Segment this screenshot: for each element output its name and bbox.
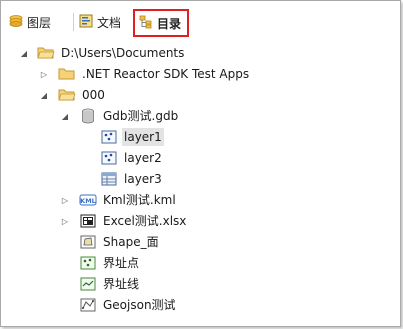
tree-item-label: .NET Reactor SDK Test Apps bbox=[82, 67, 250, 81]
polygon-layer-icon bbox=[79, 234, 97, 250]
layers-icon bbox=[9, 14, 23, 31]
tree-item-label: layer2 bbox=[124, 151, 162, 165]
kml-icon: KML bbox=[79, 192, 97, 208]
tab-layers[interactable]: 图层 bbox=[9, 12, 51, 32]
expand-arrow-icon[interactable]: ▷ bbox=[39, 69, 49, 79]
expand-arrow-icon[interactable]: ▷ bbox=[60, 216, 70, 226]
excel-icon bbox=[79, 213, 97, 229]
tab-catalog-label: 目录 bbox=[157, 16, 182, 31]
tree-item-label: 界址点 bbox=[103, 256, 140, 270]
collapse-arrow-icon[interactable]: ◢ bbox=[19, 48, 29, 58]
line-layer-icon bbox=[79, 276, 97, 292]
tree-item-label: Geojson测试 bbox=[103, 298, 176, 312]
catalog-panel: 图层 文档 目录 ◢ D:\Users\Documents ▷ .NET Rea… bbox=[0, 0, 401, 327]
collapse-arrow-icon[interactable]: ◢ bbox=[60, 111, 70, 121]
geojson-icon bbox=[79, 297, 97, 313]
tree-item-label: layer1 bbox=[122, 128, 164, 146]
tab-catalog[interactable]: 目录 bbox=[133, 9, 190, 37]
expand-arrow-icon[interactable]: ▷ bbox=[60, 195, 70, 205]
tree-item-label: Kml测试.kml bbox=[103, 193, 176, 207]
tab-layers-label: 图层 bbox=[27, 15, 52, 30]
tree-item-label: D:\Users\Documents bbox=[61, 46, 185, 60]
panel-tab-bar: 图层 文档 目录 bbox=[1, 1, 400, 39]
tab-documents[interactable]: 文档 bbox=[79, 12, 121, 32]
catalog-icon bbox=[139, 15, 153, 32]
point-layer-icon bbox=[100, 150, 118, 166]
tree-item-label: 000 bbox=[82, 88, 105, 102]
tree-item-label: Shape_面 bbox=[103, 235, 159, 249]
database-icon bbox=[79, 108, 97, 124]
svg-text:KML: KML bbox=[80, 197, 96, 205]
point-layer-green-icon bbox=[79, 255, 97, 271]
tree-item-label: layer3 bbox=[124, 172, 162, 186]
folder-open-icon bbox=[58, 87, 76, 103]
collapse-arrow-icon[interactable]: ◢ bbox=[39, 90, 49, 100]
point-layer-icon bbox=[100, 129, 118, 145]
tab-divider bbox=[73, 13, 74, 31]
folder-icon bbox=[58, 66, 76, 82]
folder-open-icon bbox=[37, 45, 55, 61]
table-icon bbox=[100, 171, 118, 187]
tree-item-label: 界址线 bbox=[103, 277, 140, 291]
tab-documents-label: 文档 bbox=[97, 15, 122, 30]
tree-item-label: Gdb测试.gdb bbox=[103, 109, 179, 123]
tree-item-label: Excel测试.xlsx bbox=[103, 214, 187, 228]
document-icon bbox=[79, 14, 93, 31]
